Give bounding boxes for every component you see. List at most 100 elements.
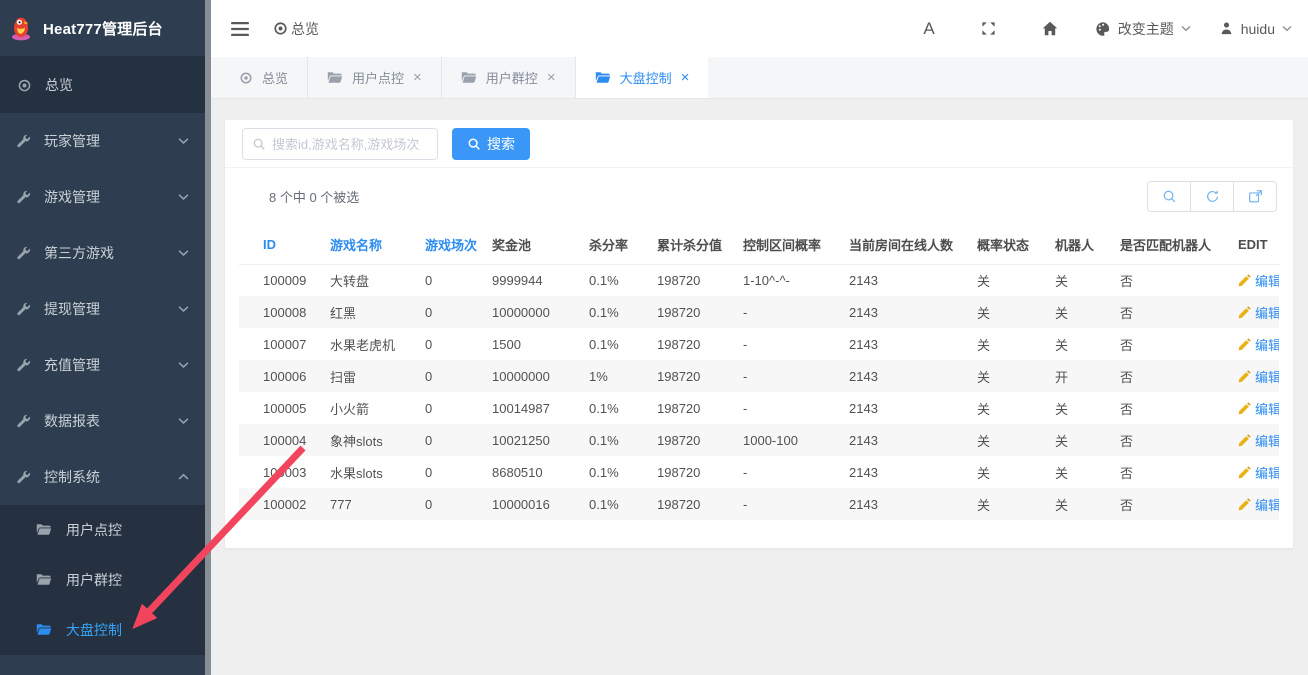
theme-switcher[interactable]: 改变主题 (1081, 19, 1205, 39)
table-cell: 0 (425, 360, 492, 392)
tab-user-point-control[interactable]: 用户点控 × (308, 57, 442, 98)
edit-link[interactable]: 编辑 (1238, 431, 1279, 450)
table-cell: 关 (977, 264, 1055, 296)
wrench-icon (17, 302, 31, 316)
edit-link[interactable]: 编辑 (1238, 367, 1279, 386)
search-button-label: 搜索 (487, 134, 515, 154)
table-cell: 关 (1055, 456, 1120, 488)
table-cell: 关 (977, 392, 1055, 424)
sidebar-subitem-label: 用户点控 (66, 520, 122, 540)
tab-close-icon[interactable]: × (547, 70, 556, 85)
tab-label: 总览 (262, 68, 288, 87)
column-header: 是否匹配机器人 (1120, 225, 1238, 264)
table-row[interactable]: 100006扫雷0100000001%198720-2143关开否编辑 (239, 360, 1279, 392)
tab-user-group-control[interactable]: 用户群控 × (442, 57, 576, 98)
column-header[interactable]: 游戏场次 (425, 225, 492, 264)
wrench-icon (17, 134, 31, 148)
pencil-icon (1238, 274, 1251, 287)
table-cell: 扫雷 (330, 360, 425, 392)
username-label: huidu (1241, 21, 1275, 37)
table-cell: 0 (425, 296, 492, 328)
eye-icon (17, 78, 32, 93)
edit-link[interactable]: 编辑 (1238, 399, 1279, 418)
table-cell: 100008 (239, 296, 330, 328)
sidebar-item-control-system[interactable]: 控制系统 (0, 449, 205, 505)
pencil-icon (1238, 466, 1251, 479)
sidebar-item-withdraw-management[interactable]: 提现管理 (0, 281, 205, 337)
column-header[interactable]: 游戏名称 (330, 225, 425, 264)
table-cell: 0 (425, 424, 492, 456)
table-cell: 否 (1120, 328, 1238, 360)
table-row[interactable]: 100007水果老虎机015000.1%198720-2143关关否编辑 (239, 328, 1279, 360)
pencil-icon (1238, 370, 1251, 383)
edit-link[interactable]: 编辑 (1238, 335, 1279, 354)
fullscreen-button[interactable] (958, 21, 1019, 36)
top-navbar: 总览 A 改变主题 huidu (211, 0, 1308, 57)
folder-icon (327, 71, 343, 85)
edit-link-label: 编辑 (1255, 463, 1279, 482)
table-cell-edit: 编辑 (1238, 296, 1279, 328)
search-input[interactable] (272, 137, 428, 152)
table-row[interactable]: 100009大转盘099999440.1%1987201-10^-^-2143关… (239, 264, 1279, 296)
sidebar-scrollbar[interactable] (205, 0, 211, 675)
sidebar-item-player-management[interactable]: 玩家管理 (0, 113, 205, 169)
user-menu[interactable]: huidu (1205, 21, 1296, 37)
menu-toggle-button[interactable] (231, 22, 249, 36)
table-cell: 大转盘 (330, 264, 425, 296)
sidebar-item-game-management[interactable]: 游戏管理 (0, 169, 205, 225)
wrench-icon (17, 470, 31, 484)
sidebar-item-label: 总览 (45, 75, 189, 95)
sidebar-item-thirdparty-games[interactable]: 第三方游戏 (0, 225, 205, 281)
column-header: 控制区间概率 (743, 225, 849, 264)
table-cell: 0 (425, 456, 492, 488)
selection-row: 8 个中 0 个被选 (225, 167, 1293, 225)
edit-link[interactable]: 编辑 (1238, 463, 1279, 482)
table-row[interactable]: 100004象神slots0100212500.1%1987201000-100… (239, 424, 1279, 456)
edit-link-label: 编辑 (1255, 303, 1279, 322)
table-cell: 100006 (239, 360, 330, 392)
sidebar-subitem-market-control[interactable]: 大盘控制 (0, 605, 205, 655)
app-window: Heat777管理后台 总览 玩家管理 游戏管理 (0, 0, 1308, 675)
table-cell: - (743, 328, 849, 360)
font-size-button[interactable]: A (900, 19, 957, 39)
tab-market-control[interactable]: 大盘控制 × (576, 57, 709, 98)
main-area: 总览 A 改变主题 huidu (211, 0, 1308, 675)
home-button[interactable] (1019, 21, 1081, 36)
refresh-button[interactable] (1190, 181, 1234, 212)
sidebar-item-overview[interactable]: 总览 (0, 57, 205, 113)
chevron-down-icon (1282, 25, 1292, 32)
edit-link[interactable]: 编辑 (1238, 271, 1279, 290)
edit-link[interactable]: 编辑 (1238, 303, 1279, 322)
table-cell: 关 (977, 488, 1055, 520)
column-header: EDIT (1238, 225, 1279, 264)
search-button[interactable]: 搜索 (452, 128, 530, 160)
table-cell: 8680510 (492, 456, 589, 488)
refresh-icon (1205, 189, 1220, 204)
table-search-button[interactable] (1147, 181, 1191, 212)
table-cell: - (743, 456, 849, 488)
folder-icon (36, 623, 52, 637)
tab-close-icon[interactable]: × (681, 70, 690, 85)
table-cell: 10000016 (492, 488, 589, 520)
table-row[interactable]: 1000027770100000160.1%198720-2143关关否编辑 (239, 488, 1279, 520)
tab-overview[interactable]: 总览 (220, 57, 308, 98)
table-cell: 198720 (657, 264, 743, 296)
table-row[interactable]: 100005小火箭0100149870.1%198720-2143关关否编辑 (239, 392, 1279, 424)
sidebar-item-recharge-management[interactable]: 充值管理 (0, 337, 205, 393)
table-row[interactable]: 100003水果slots086805100.1%198720-2143关关否编… (239, 456, 1279, 488)
column-header: 当前房间在线人数 (849, 225, 977, 264)
tab-close-icon[interactable]: × (413, 70, 422, 85)
edit-link[interactable]: 编辑 (1238, 495, 1279, 514)
search-input-wrapper (242, 128, 438, 160)
export-button[interactable] (1233, 181, 1277, 212)
table-row[interactable]: 100008红黑0100000000.1%198720-2143关关否编辑 (239, 296, 1279, 328)
table-cell: 198720 (657, 328, 743, 360)
table-cell: 0.1% (589, 264, 657, 296)
breadcrumb[interactable]: 总览 (273, 19, 319, 39)
sidebar-subitem-user-group-control[interactable]: 用户群控 (0, 555, 205, 605)
column-header[interactable]: ID (239, 225, 330, 264)
edit-link-label: 编辑 (1255, 335, 1279, 354)
sidebar-subitem-user-point-control[interactable]: 用户点控 (0, 505, 205, 555)
table-cell: 水果slots (330, 456, 425, 488)
sidebar-item-data-reports[interactable]: 数据报表 (0, 393, 205, 449)
